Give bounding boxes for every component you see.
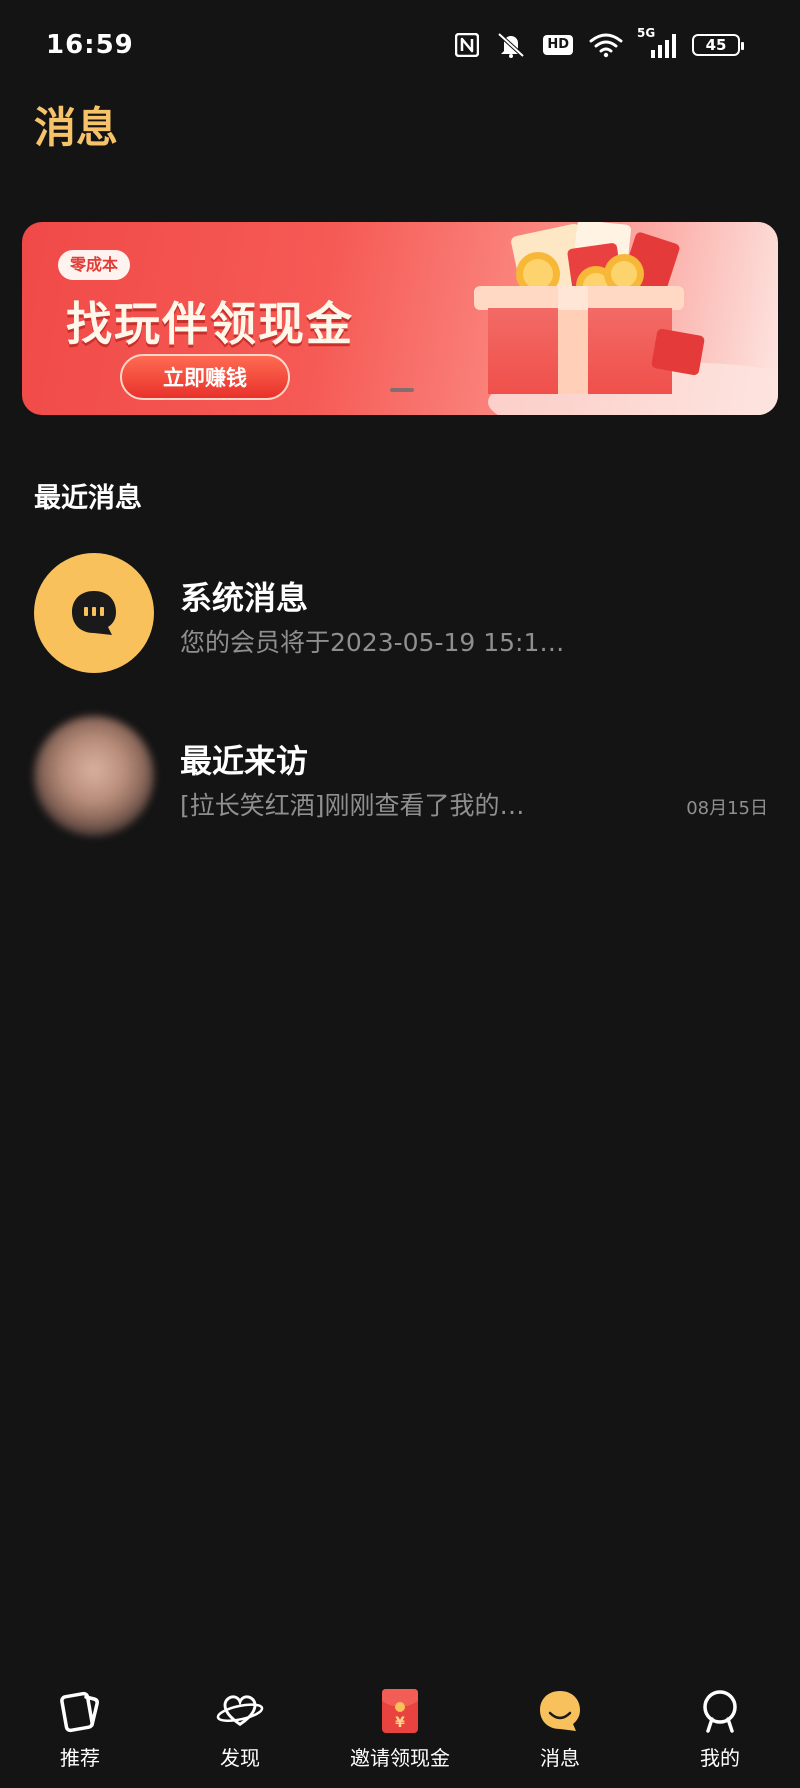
- avatar: [34, 716, 154, 836]
- planet-icon: [215, 1686, 265, 1736]
- nfc-icon: [455, 33, 480, 57]
- gift-box-illustration: [474, 222, 778, 415]
- nav-item-invite[interactable]: ¥ 邀请领现金: [320, 1678, 480, 1788]
- message-item-visitors[interactable]: 最近来访 [拉长笑红酒]刚刚查看了我的… 08月15日: [0, 716, 800, 846]
- chat-bubble-icon: [72, 591, 116, 635]
- nav-label: 我的: [700, 1746, 740, 1770]
- mute-icon: [497, 32, 525, 58]
- cards-icon: [55, 1686, 105, 1736]
- message-title: 最近来访: [180, 742, 309, 780]
- carousel-indicator: [390, 388, 414, 392]
- status-icons: HD 5G 45: [455, 26, 744, 58]
- signal-5g-icon: 5G: [637, 26, 676, 58]
- page-title: 消息: [34, 103, 119, 152]
- message-item-system[interactable]: 系统消息 您的会员将于2023-05-19 15:1…: [0, 553, 800, 683]
- message-preview: [拉长笑红酒]刚刚查看了我的…: [180, 791, 525, 820]
- status-bar: 16:59 HD 5G 45: [0, 0, 800, 96]
- nav-label: 邀请领现金: [350, 1746, 450, 1770]
- wifi-icon: [589, 33, 623, 58]
- section-title: 最近消息: [34, 483, 142, 514]
- nav-item-discover[interactable]: 发现: [160, 1678, 320, 1788]
- message-icon: [535, 1686, 585, 1736]
- profile-icon: [695, 1686, 745, 1736]
- red-envelope-icon: ¥: [375, 1686, 425, 1736]
- system-avatar: [34, 553, 154, 673]
- banner-title: 找玩伴领现金: [66, 297, 354, 351]
- nav-label: 推荐: [60, 1746, 100, 1770]
- hd-icon: HD: [543, 35, 573, 55]
- battery-level: 45: [705, 36, 727, 54]
- svg-text:¥: ¥: [395, 1715, 405, 1731]
- message-title: 系统消息: [180, 579, 309, 617]
- banner-badge: 零成本: [58, 250, 131, 280]
- earn-money-button[interactable]: 立即赚钱: [120, 354, 290, 400]
- status-time: 16:59: [46, 30, 134, 60]
- message-preview: 您的会员将于2023-05-19 15:1…: [180, 628, 565, 657]
- nav-label: 消息: [540, 1746, 580, 1770]
- nav-item-recommend[interactable]: 推荐: [0, 1678, 160, 1788]
- battery-indicator: 45: [692, 34, 744, 56]
- message-time: 08月15日: [686, 798, 768, 819]
- network-type: 5G: [637, 26, 656, 40]
- promo-banner[interactable]: 零成本 找玩伴领现金 立即赚钱: [22, 222, 778, 415]
- nav-item-profile[interactable]: 我的: [640, 1678, 800, 1788]
- nav-label: 发现: [220, 1746, 260, 1770]
- nav-item-messages[interactable]: 消息: [480, 1678, 640, 1788]
- bottom-nav: 推荐 发现 ¥ 邀请领现金 消息 我的: [0, 1678, 800, 1788]
